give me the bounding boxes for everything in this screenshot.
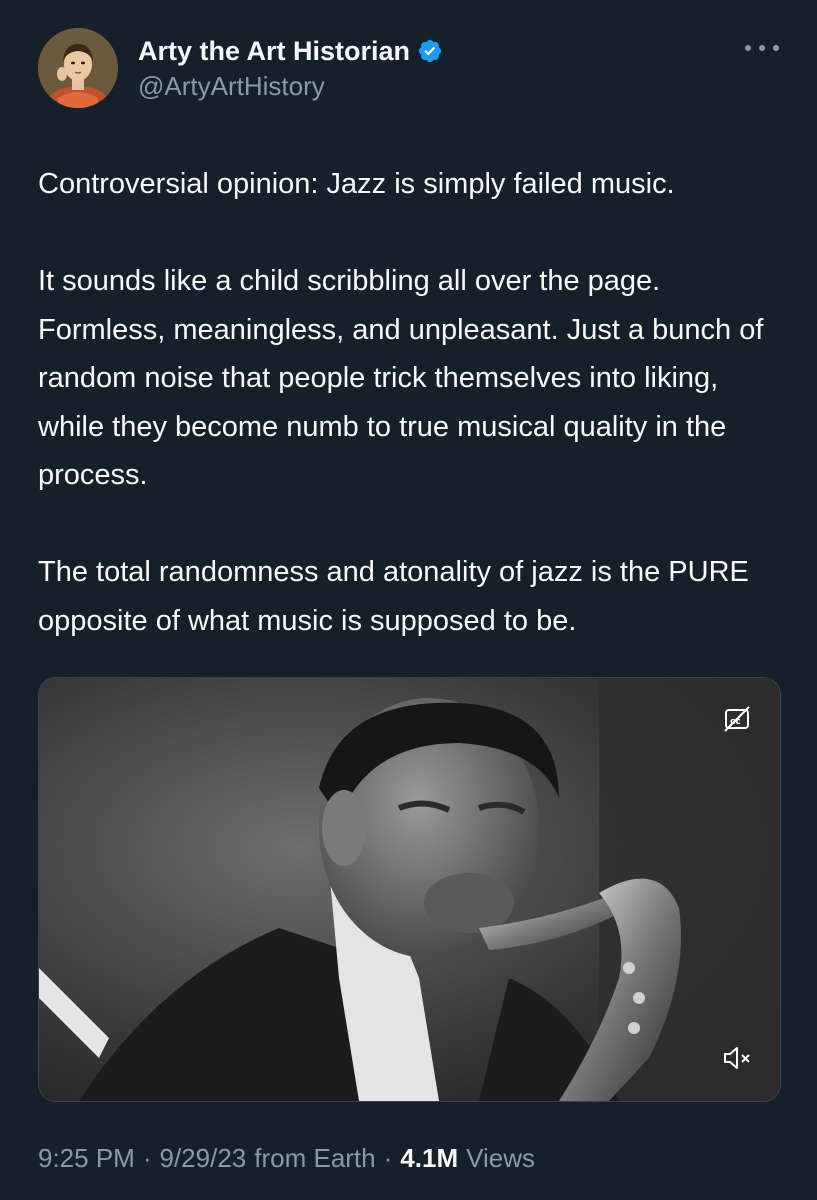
author-display-name[interactable]: Arty the Art Historian: [138, 36, 410, 67]
views-label: Views: [466, 1143, 535, 1173]
tweet-source: from Earth: [254, 1143, 376, 1173]
verified-badge-icon: [418, 39, 442, 63]
views-count[interactable]: 4.1M: [400, 1143, 458, 1174]
more-options-icon[interactable]: [745, 38, 779, 58]
tweet-paragraph: Controversial opinion: Jazz is simply fa…: [38, 168, 675, 200]
tweet-text: Controversial opinion: Jazz is simply fa…: [38, 160, 788, 645]
tweet-paragraph: It sounds like a child scribbling all ov…: [38, 265, 764, 491]
tweet-header: Arty the Art Historian @ArtyArtHistory: [38, 28, 783, 110]
meta-separator: ·: [383, 1143, 393, 1173]
captions-off-icon[interactable]: cc: [722, 704, 752, 734]
author-handle[interactable]: @ArtyArtHistory: [138, 71, 443, 102]
tweet-metadata: 9:25 PM · 9/29/23 from Earth · 4.1M View…: [38, 1143, 535, 1174]
tweet-date[interactable]: 9/29/23: [160, 1143, 247, 1174]
video-player[interactable]: cc: [38, 677, 781, 1102]
portrait-painting-avatar: [38, 28, 118, 108]
muted-speaker-icon[interactable]: [720, 1041, 754, 1075]
tweet-paragraph: The total randomness and atonality of ja…: [38, 556, 749, 637]
author-avatar[interactable]: [38, 28, 118, 108]
saxophone-player-video: [39, 678, 780, 1101]
meta-separator: ·: [142, 1143, 152, 1173]
tweet-time[interactable]: 9:25 PM: [38, 1143, 135, 1174]
